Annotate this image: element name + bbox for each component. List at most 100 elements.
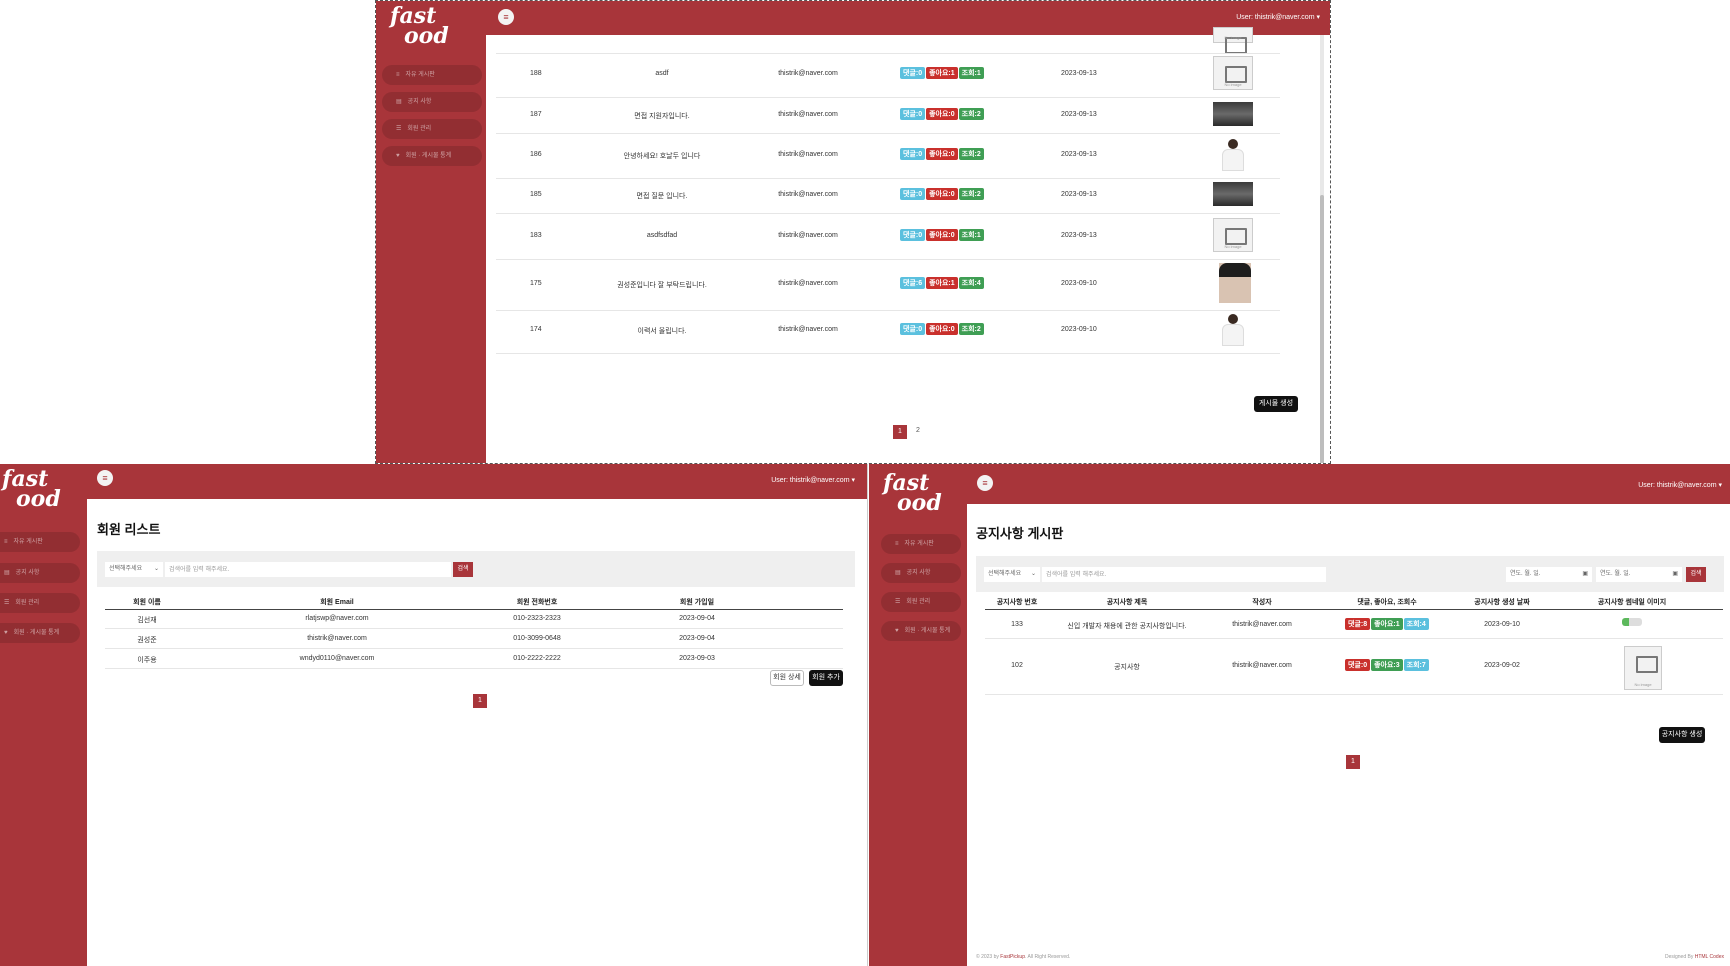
- sidebar-item-label: 공지 사항: [407, 99, 432, 105]
- sidebar-item-stats[interactable]: ♥ 회원 · 게시물 통계: [881, 621, 961, 641]
- column-header: 회원 전화번호: [516, 599, 558, 606]
- users-icon: ☰: [396, 126, 402, 132]
- search-type-select[interactable]: 선택해주세요 ⌄: [984, 567, 1040, 582]
- page-2-link[interactable]: 2: [916, 427, 920, 434]
- post-title[interactable]: 면접 질문 입니다.: [562, 191, 762, 201]
- post-thumbnail: [1213, 137, 1253, 171]
- page-1-button[interactable]: 1: [1346, 755, 1360, 769]
- notice-date: 2023-09-10: [1484, 621, 1520, 628]
- search-input[interactable]: [165, 562, 451, 577]
- row-thumbnail: [1213, 27, 1253, 54]
- post-stats: 댓글:0 좋아요:0 조회:2: [900, 108, 985, 120]
- header-divider: [105, 609, 843, 610]
- top-navbar: [376, 1, 1330, 35]
- calendar-icon: ▣: [1672, 571, 1678, 577]
- search-button[interactable]: 검색: [1686, 567, 1706, 582]
- face-hair: [1219, 263, 1251, 277]
- post-title[interactable]: 권성준입니다 잘 부탁드립니다.: [562, 280, 762, 290]
- sidebar-item-free-board[interactable]: ≡ 자유 게시판: [382, 65, 482, 85]
- row-divider: [496, 310, 1280, 311]
- view-count-badge: 조회:2: [958, 148, 984, 160]
- member-detail-button[interactable]: 회원 상세: [770, 670, 804, 686]
- search-type-select[interactable]: 선택해주세요 ⌄: [105, 562, 163, 577]
- sidebar-item-stats[interactable]: ♥ 회원 · 게시물 통계: [0, 623, 80, 643]
- page-1-button[interactable]: 1: [473, 694, 487, 708]
- post-number: 185: [530, 191, 542, 198]
- notice-thumbnail-logo-icon: [1622, 618, 1642, 626]
- fastfood-logo[interactable]: fast ood: [2, 468, 61, 510]
- calendar-icon: ▣: [1582, 571, 1588, 577]
- post-number: 175: [530, 280, 542, 287]
- post-thumbnail: [1219, 263, 1251, 303]
- sidebar-item-label: 회원 관리: [15, 600, 40, 606]
- select-value: 선택해주세요: [988, 571, 1022, 577]
- sidebar-item-members[interactable]: ☰ 회원 관리: [0, 593, 80, 613]
- sidebar-item-stats[interactable]: ♥ 회원 · 게시물 통계: [382, 146, 482, 166]
- like-count-badge: 좋아요:0: [926, 108, 958, 120]
- notice-stats: 댓글:0 좋아요:3 조회:7: [1345, 659, 1430, 671]
- row-divider: [496, 133, 1280, 134]
- sidebar-item-free-board[interactable]: ≡ 자유 게시판: [0, 532, 80, 552]
- post-title[interactable]: asdfsdfad: [562, 232, 762, 239]
- menu-toggle-icon[interactable]: ≡: [498, 9, 514, 25]
- row-divider: [496, 353, 1280, 354]
- footer-text: . All Right Reserved.: [1025, 954, 1071, 960]
- notice-title[interactable]: 신입 개발자 채용에 관한 공지사항입니다.: [1037, 621, 1217, 631]
- sidebar-item-members[interactable]: ☰ 회원 관리: [881, 592, 961, 612]
- sidebar-item-notice[interactable]: ▤ 공지 사항: [0, 563, 80, 583]
- add-member-button[interactable]: 회원 추가: [809, 670, 843, 686]
- row-divider: [496, 97, 1280, 98]
- scrollbar-thumb[interactable]: [1320, 195, 1324, 463]
- view-count-badge: 조회:4: [1403, 618, 1429, 630]
- post-title[interactable]: 안녕하세요! 호날두 입니다: [562, 151, 762, 161]
- post-number: 183: [530, 232, 542, 239]
- start-date-input[interactable]: 연도. 월. 일. ▣: [1506, 567, 1592, 582]
- post-stats: 댓글:6 좋아요:1 조회:4: [900, 277, 985, 289]
- fastfood-logo[interactable]: fast ood: [390, 5, 449, 49]
- divider: [496, 53, 1280, 54]
- user-dropdown[interactable]: User: thistrik@naver.com ▾: [771, 476, 855, 484]
- sidebar-item-members[interactable]: ☰ 회원 관리: [382, 119, 482, 139]
- search-button[interactable]: 검색: [453, 562, 473, 577]
- row-divider: [985, 694, 1723, 695]
- post-date: 2023-09-13: [1061, 111, 1097, 118]
- notice-title[interactable]: 공지사항: [1037, 662, 1217, 672]
- post-title[interactable]: 면접 지원자입니다.: [562, 111, 762, 121]
- like-count-badge: 좋아요:1: [926, 67, 958, 79]
- menu-toggle-icon[interactable]: ≡: [97, 470, 113, 486]
- footer-brand-link[interactable]: FastPickup: [1000, 954, 1025, 960]
- post-title[interactable]: asdf: [562, 70, 762, 77]
- post-thumbnail: [1213, 102, 1253, 126]
- page-1-button[interactable]: 1: [893, 425, 907, 439]
- menu-toggle-icon[interactable]: ≡: [977, 475, 993, 491]
- view-count-badge: 조회:2: [958, 323, 984, 335]
- member-name: 이주용: [137, 657, 157, 664]
- create-post-button[interactable]: 게시물 생성: [1254, 396, 1298, 412]
- post-date: 2023-09-10: [1061, 326, 1097, 333]
- end-date-input[interactable]: 연도. 월. 일. ▣: [1596, 567, 1682, 582]
- post-author: thistrik@naver.com: [778, 151, 838, 158]
- post-title[interactable]: 이력서 올립니다.: [562, 326, 762, 336]
- user-dropdown[interactable]: User: thistrik@naver.com ▾: [1236, 13, 1320, 21]
- chevron-down-icon: ▾: [851, 477, 855, 484]
- row-divider: [496, 178, 1280, 179]
- member-phone: 010-2323-2323: [513, 615, 561, 622]
- top-navbar: [869, 464, 1730, 504]
- fastfood-logo[interactable]: fast ood: [883, 472, 942, 514]
- logo-line-2: ood: [404, 22, 449, 49]
- sidebar-item-free-board[interactable]: ≡ 자유 게시판: [881, 534, 961, 554]
- users-icon: ☰: [895, 599, 901, 605]
- footer-designer-link[interactable]: HTML Codex: [1695, 954, 1724, 960]
- like-count-badge: 좋아요:0: [926, 323, 958, 335]
- view-count-badge: 조회:4: [958, 277, 984, 289]
- sidebar-item-label: 공지 사항: [906, 570, 931, 576]
- create-notice-button[interactable]: 공지사항 생성: [1659, 727, 1705, 743]
- view-count-badge: 조회:1: [958, 67, 984, 79]
- sidebar-item-notice[interactable]: ▤ 공지 사항: [382, 92, 482, 112]
- list-icon: ≡: [895, 541, 899, 547]
- post-date: 2023-09-13: [1061, 70, 1097, 77]
- user-dropdown[interactable]: User: thistrik@naver.com ▾: [1638, 481, 1722, 489]
- sidebar-item-notice[interactable]: ▤ 공지 사항: [881, 563, 961, 583]
- post-thumbnail: [1213, 182, 1253, 206]
- search-input[interactable]: [1042, 567, 1326, 582]
